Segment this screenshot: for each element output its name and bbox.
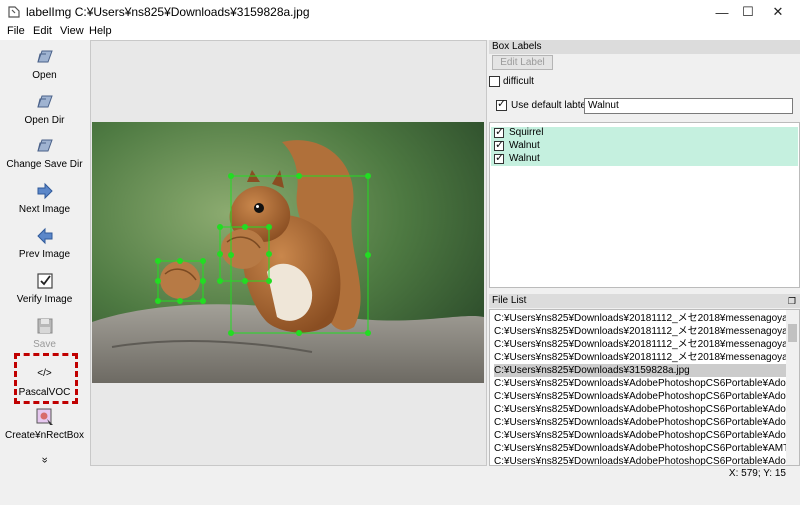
folder-icon	[36, 50, 53, 63]
label-checkbox[interactable]: ✓	[494, 127, 504, 138]
use-default-label-checkbox[interactable]: ✓	[496, 99, 507, 111]
squirrel-photo[interactable]	[92, 122, 484, 383]
verify-image-button[interactable]: Verify Image	[0, 271, 89, 305]
right-arrow-icon	[37, 182, 53, 200]
menu-edit[interactable]: Edit	[33, 25, 52, 37]
change-save-dir-label: Change Save Dir	[6, 159, 83, 170]
save-button[interactable]: Save	[0, 316, 89, 350]
pascalvoc-highlight	[14, 353, 78, 404]
file-list-item[interactable]: C:¥Users¥ns825¥Downloads¥AdobePhotoshopC…	[494, 377, 788, 390]
save-label: Save	[33, 339, 56, 350]
open-label: Open	[32, 70, 57, 81]
annotated-image	[92, 122, 484, 383]
title-bar: labelImg C:¥Users¥ns825¥Downloads¥315982…	[0, 0, 800, 24]
edit-label-button[interactable]: Edit Label	[492, 55, 553, 70]
label-checkbox[interactable]: ✓	[494, 140, 504, 151]
open-button[interactable]: Open	[0, 47, 89, 81]
menu-help[interactable]: Help	[89, 25, 112, 37]
prev-image-label: Prev Image	[18, 249, 71, 260]
check-icon	[36, 273, 53, 289]
floppy-icon	[37, 318, 52, 334]
file-list-item[interactable]: C:¥Users¥ns825¥Downloads¥AdobePhotoshopC…	[494, 416, 788, 429]
file-list-item[interactable]: C:¥Users¥ns825¥Downloads¥20181112_メセ2018…	[494, 338, 788, 351]
label-item-walnut[interactable]: ✓ Walnut	[491, 140, 798, 153]
file-list-item[interactable]: C:¥Users¥ns825¥Downloads¥AdobePhotoshopC…	[494, 403, 788, 416]
scrollbar-thumb[interactable]	[788, 324, 797, 342]
difficult-checkbox[interactable]	[489, 76, 500, 87]
file-list: C:¥Users¥ns825¥Downloads¥20181112_メセ2018…	[489, 309, 800, 466]
file-list-item[interactable]: C:¥Users¥ns825¥Downloads¥AdobePhotoshopC…	[494, 455, 788, 465]
folder-icon	[36, 139, 53, 152]
file-list-item[interactable]: C:¥Users¥ns825¥Downloads¥20181112_メセ2018…	[494, 312, 788, 325]
file-list-item[interactable]: C:¥Users¥ns825¥Downloads¥20181112_メセ2018…	[494, 325, 788, 338]
file-list-item[interactable]: C:¥Users¥ns825¥Downloads¥AdobePhotoshopC…	[494, 442, 788, 455]
file-list-scrollbar[interactable]	[786, 310, 799, 465]
file-list-title: File List ❐	[489, 294, 800, 308]
use-default-label-text: Use default labtel	[511, 100, 589, 111]
label-item-walnut[interactable]: ✓ Walnut	[491, 153, 798, 166]
menu-bar: File Edit View Help	[0, 24, 800, 40]
label-checkbox[interactable]: ✓	[494, 153, 504, 164]
file-list-item[interactable]: C:¥Users¥ns825¥Downloads¥AdobePhotoshopC…	[494, 429, 788, 442]
label-list: ✓ Squirrel ✓ Walnut ✓ Walnut	[489, 122, 800, 288]
file-list-item[interactable]: C:¥Users¥ns825¥Downloads¥AdobePhotoshopC…	[494, 390, 788, 403]
status-bar: X: 579; Y: 15	[0, 466, 800, 482]
label-item-squirrel[interactable]: ✓ Squirrel	[491, 127, 798, 140]
close-button[interactable]: ✕	[756, 0, 800, 24]
app-icon	[8, 6, 20, 18]
window-title: labelImg C:¥Users¥ns825¥Downloads¥315982…	[26, 5, 310, 19]
default-label-input[interactable]: Walnut	[584, 98, 793, 114]
next-image-label: Next Image	[18, 204, 71, 215]
cursor-coordinates: X: 579; Y: 15	[728, 468, 786, 479]
file-list-title-text: File List	[492, 295, 527, 306]
folder-icon	[36, 95, 53, 108]
open-dir-label: Open Dir	[24, 115, 65, 126]
verify-image-label: Verify Image	[16, 294, 73, 305]
file-list-item[interactable]: C:¥Users¥ns825¥Downloads¥20181112_メセ2018…	[494, 351, 788, 364]
undock-icon[interactable]: ❐	[788, 294, 796, 308]
menu-view[interactable]: View	[60, 25, 84, 37]
box-labels-title: Box Labels	[489, 40, 800, 54]
file-list-item-selected[interactable]: C:¥Users¥ns825¥Downloads¥3159828a.jpg	[494, 364, 788, 377]
prev-image-button[interactable]: Prev Image	[0, 226, 89, 260]
toolbar-more-button[interactable]: »	[39, 416, 51, 505]
open-dir-button[interactable]: Open Dir	[0, 92, 89, 126]
menu-file[interactable]: File	[7, 25, 25, 37]
label-item-text: Walnut	[509, 140, 540, 151]
label-item-text: Walnut	[509, 153, 540, 164]
difficult-label: difficult	[503, 76, 534, 87]
change-save-dir-button[interactable]: Change Save Dir	[0, 136, 89, 170]
left-arrow-icon	[36, 227, 52, 245]
next-image-button[interactable]: Next Image	[0, 181, 89, 215]
label-item-text: Squirrel	[509, 127, 544, 138]
left-toolbar: Open Open Dir Change Save Dir Next Image…	[0, 40, 89, 470]
